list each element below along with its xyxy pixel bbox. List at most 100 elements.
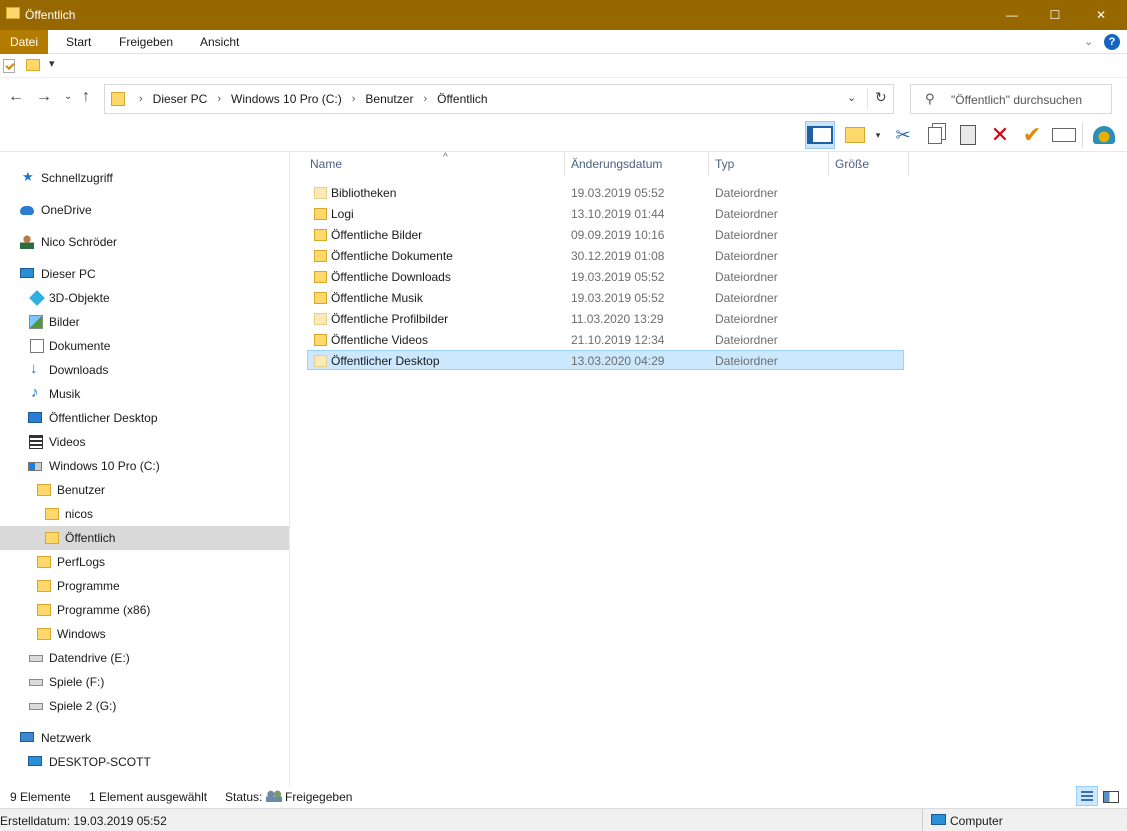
sidebar-item-spiele[interactable]: Spiele (F:)	[0, 670, 289, 694]
large-icons-view-button[interactable]	[1099, 786, 1121, 806]
rename-icon[interactable]	[1051, 122, 1077, 148]
breadcrumb-separator[interactable]: ›	[423, 93, 427, 105]
file-row-selected[interactable]: Öffentlicher Desktop 13.03.2020 04:29 Da…	[307, 350, 904, 370]
sidebar-item-programme-x86[interactable]: Programme (x86)	[0, 598, 289, 622]
new-folder-dropdown-icon[interactable]: ▾	[868, 122, 888, 148]
column-header-date[interactable]: Änderungsdatum	[565, 152, 709, 176]
sidebar-item-windows[interactable]: Windows	[0, 622, 289, 646]
sidebar-item-onedrive[interactable]: OneDrive	[0, 198, 289, 222]
sidebar-item-oeffentlicher-desktop[interactable]: Öffentlicher Desktop	[0, 406, 289, 430]
properties-icon[interactable]: ✔	[1019, 122, 1045, 148]
sidebar-item-datendrive[interactable]: Datendrive (E:)	[0, 646, 289, 670]
sidebar-item-musik[interactable]: ♪ Musik	[0, 382, 289, 406]
search-input[interactable]: ⚲ "Öffentlich" durchsuchen	[910, 84, 1112, 114]
sidebar-item-label: Spiele 2 (G:)	[49, 699, 117, 713]
folder-icon	[37, 484, 51, 496]
file-name: Öffentliche Downloads	[331, 270, 451, 284]
file-row[interactable]: Öffentliche Bilder 09.09.2019 10:16 Date…	[307, 224, 904, 244]
sidebar-item-benutzer[interactable]: Benutzer	[0, 478, 289, 502]
maximize-button[interactable]: ☐	[1032, 0, 1078, 30]
up-arrow-icon[interactable]: ↑	[82, 88, 90, 106]
sidebar-item-schnellzugriff[interactable]: ★ Schnellzugriff	[0, 166, 289, 190]
sidebar-item-label: OneDrive	[41, 203, 92, 217]
file-list: Name ^ Änderungsdatum Typ Größe Biblioth…	[291, 152, 1127, 786]
forward-arrow-icon[interactable]: →	[36, 88, 52, 106]
network-icon	[20, 732, 34, 742]
sidebar-item-desktop-scott[interactable]: DESKTOP-SCOTT	[0, 750, 289, 774]
breadcrumb-separator[interactable]: ›	[139, 93, 143, 105]
refresh-icon[interactable]: ↻	[875, 89, 887, 106]
recent-locations-icon[interactable]: ⌄	[64, 91, 72, 102]
shared-users-icon	[265, 790, 282, 802]
sidebar-item-3d-objekte[interactable]: 3D-Objekte	[0, 286, 289, 310]
shell-icon[interactable]	[1091, 122, 1117, 148]
search-placeholder: "Öffentlich" durchsuchen	[951, 93, 1083, 107]
cut-icon[interactable]: ✂	[890, 122, 916, 148]
sidebar-item-videos[interactable]: Videos	[0, 430, 289, 454]
breadcrumb-separator[interactable]: ›	[352, 93, 356, 105]
tab-datei[interactable]: Datei	[0, 30, 49, 54]
sidebar-item-programme[interactable]: Programme	[0, 574, 289, 598]
column-header-type[interactable]: Typ	[709, 152, 829, 176]
customize-toolbar-icon[interactable]: ▾	[49, 57, 55, 70]
address-dropdown-icon[interactable]: ⌄	[847, 91, 856, 104]
sidebar-item-downloads[interactable]: ↓ Downloads	[0, 358, 289, 382]
tab-freigeben[interactable]: Freigeben	[109, 30, 183, 54]
minimize-button[interactable]: —	[989, 0, 1035, 30]
sidebar-item-label: Nico Schröder	[41, 235, 118, 249]
file-row[interactable]: Öffentliche Profilbilder 11.03.2020 13:2…	[307, 308, 904, 328]
sidebar-item-windows-drive[interactable]: Windows 10 Pro (C:)	[0, 454, 289, 478]
delete-icon[interactable]: ✕	[987, 122, 1013, 148]
file-row[interactable]: Öffentliche Musik 19.03.2019 05:52 Datei…	[307, 287, 904, 307]
sidebar-item-dokumente[interactable]: Dokumente	[0, 334, 289, 358]
preview-pane-icon[interactable]	[805, 121, 835, 149]
sidebar-item-bilder[interactable]: Bilder	[0, 310, 289, 334]
desktop-icon	[28, 412, 42, 423]
file-type: Dateiordner	[715, 333, 778, 347]
sidebar-item-dieser-pc[interactable]: Dieser PC	[0, 262, 289, 286]
chevron-down-icon[interactable]: ⌄	[1084, 35, 1093, 48]
tab-start[interactable]: Start	[56, 30, 101, 54]
sidebar-item-oeffentlich[interactable]: Öffentlich	[0, 526, 289, 550]
sidebar-item-label: Dieser PC	[41, 267, 96, 281]
file-row[interactable]: Öffentliche Downloads 19.03.2019 05:52 D…	[307, 266, 904, 286]
breadcrumb-item[interactable]: Windows 10 Pro (C:)	[231, 92, 342, 106]
breadcrumb-item[interactable]: Dieser PC	[153, 92, 208, 106]
new-folder-icon[interactable]	[26, 59, 40, 71]
breadcrumb-item[interactable]: Benutzer	[365, 92, 413, 106]
address-row: ← → ⌄ ↑ › Dieser PC › Windows 10 Pro (C:…	[0, 82, 1127, 116]
details-view-button[interactable]	[1076, 786, 1098, 806]
ribbon-tabs: Datei Start Freigeben Ansicht ⌄ ?	[0, 30, 1127, 54]
properties-check-icon[interactable]	[3, 59, 15, 73]
file-row[interactable]: Logi 13.10.2019 01:44 Dateiordner	[307, 203, 904, 223]
sidebar-item-netzwerk[interactable]: Netzwerk	[0, 726, 289, 750]
folder-icon	[45, 508, 59, 520]
file-date: 13.10.2019 01:44	[571, 207, 665, 221]
file-date: 30.12.2019 01:08	[571, 249, 665, 263]
column-header-size[interactable]: Größe	[829, 152, 909, 176]
new-folder-icon[interactable]	[842, 122, 868, 148]
help-icon[interactable]: ?	[1104, 34, 1120, 50]
sidebar-item-perflogs[interactable]: PerfLogs	[0, 550, 289, 574]
details-footer: Erstelldatum: 19.03.2019 05:52 Computer	[0, 808, 1127, 831]
breadcrumb-item[interactable]: Öffentlich	[437, 92, 487, 106]
file-name: Logi	[331, 207, 354, 221]
tab-ansicht[interactable]: Ansicht	[190, 30, 249, 54]
address-divider	[867, 88, 868, 110]
paste-icon[interactable]	[955, 122, 981, 148]
back-arrow-icon[interactable]: ←	[8, 88, 24, 106]
file-row[interactable]: Bibliotheken 19.03.2019 05:52 Dateiordne…	[307, 182, 904, 202]
sidebar-item-label: Videos	[49, 435, 86, 449]
sidebar-item-label: Netzwerk	[41, 731, 92, 745]
copy-icon[interactable]	[922, 122, 948, 148]
close-button[interactable]: ✕	[1078, 0, 1124, 30]
file-row[interactable]: Öffentliche Dokumente 30.12.2019 01:08 D…	[307, 245, 904, 265]
sidebar-item-nicos[interactable]: nicos	[0, 502, 289, 526]
sidebar-item-spiele-2[interactable]: Spiele 2 (G:)	[0, 694, 289, 718]
column-header-name[interactable]: Name ^	[304, 152, 565, 176]
file-row[interactable]: Öffentliche Videos 21.10.2019 12:34 Date…	[307, 329, 904, 349]
address-bar[interactable]: › Dieser PC › Windows 10 Pro (C:) › Benu…	[104, 84, 894, 114]
sidebar-item-user[interactable]: Nico Schröder	[0, 230, 289, 254]
breadcrumb-separator[interactable]: ›	[217, 93, 221, 105]
folder-icon	[314, 355, 327, 367]
